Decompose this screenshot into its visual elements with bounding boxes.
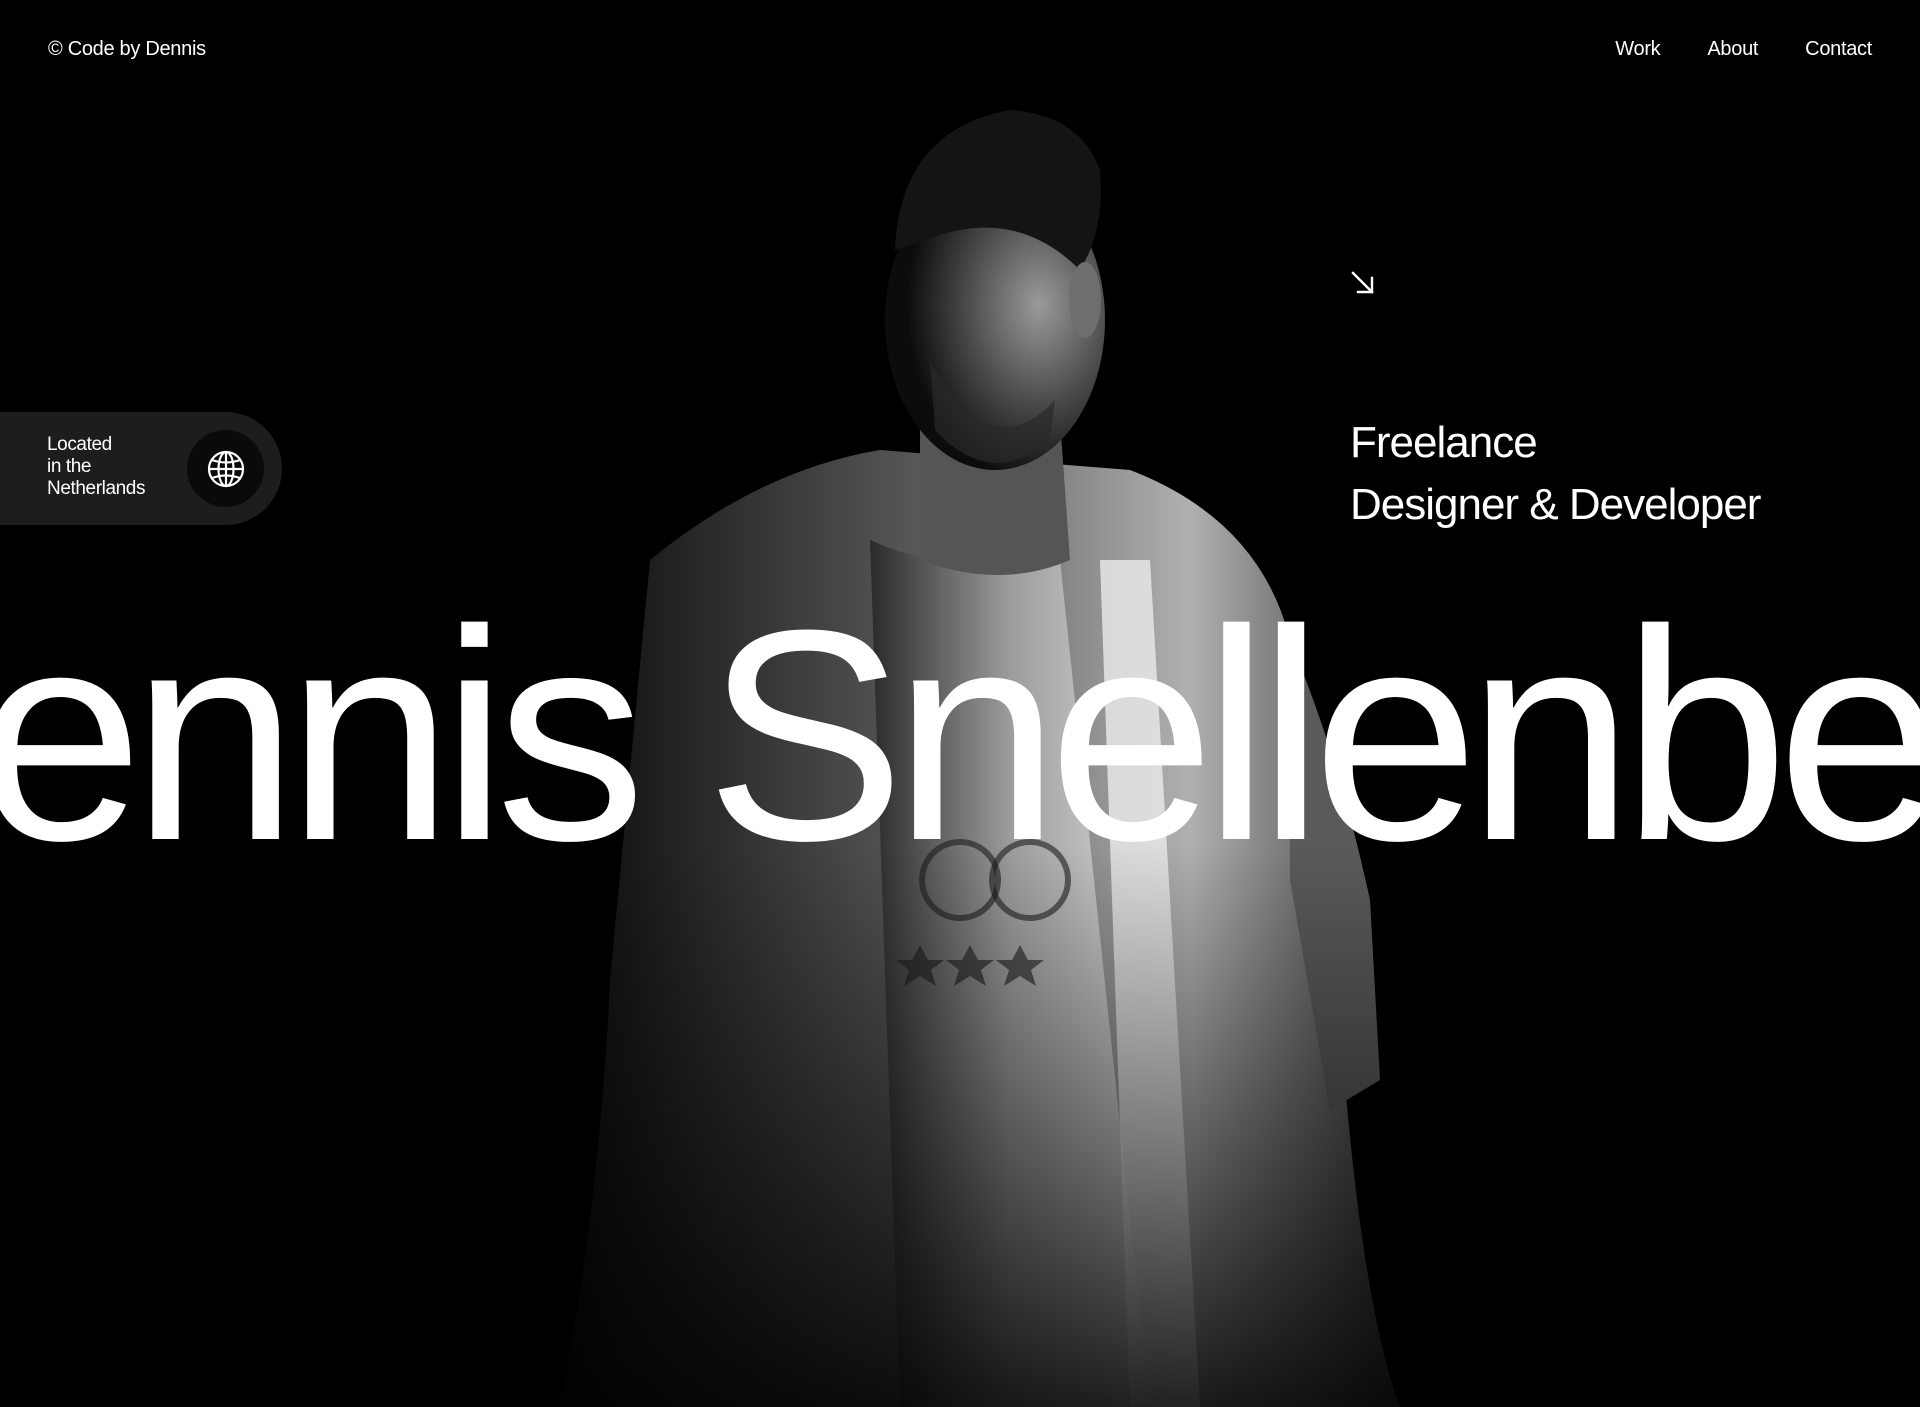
location-label: Located in the Netherlands [47,434,187,500]
brand-logo[interactable]: © Code by Dennis [48,38,206,61]
role-line: Designer & Developer [1350,480,1761,529]
globe-icon [207,450,244,487]
nav-about-link[interactable]: About [1707,38,1758,61]
main-nav: Work About Contact [1615,38,1872,61]
location-badge: Located in the Netherlands [0,412,282,525]
name-marquee: Dennis Snellenberg [0,567,1920,903]
location-line: Located [47,434,112,455]
arrow-down-right-icon [1351,271,1374,294]
hero-section: © Code by Dennis Work About Contact Loca… [0,0,1920,1407]
nav-work-link[interactable]: Work [1615,38,1660,61]
role-title: Freelance Designer & Developer [1350,412,1761,536]
location-line: in the [47,456,92,477]
role-line: Freelance [1350,418,1538,467]
nav-contact-link[interactable]: Contact [1805,38,1872,61]
location-line: Netherlands [47,478,146,499]
globe-button[interactable] [187,430,264,507]
